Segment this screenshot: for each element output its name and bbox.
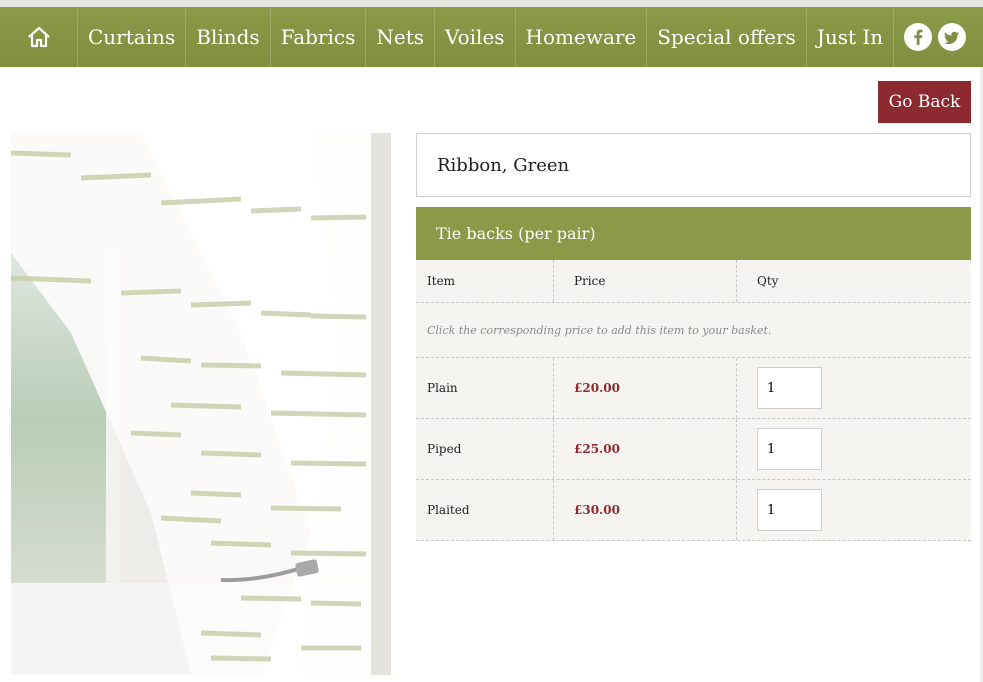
row-price-link[interactable]: £30.00: [574, 503, 620, 517]
column-header-qty: Qty: [757, 274, 779, 288]
nav-item-nets[interactable]: Nets: [366, 7, 435, 67]
product-title-box: Ribbon, Green: [416, 133, 971, 197]
home-icon: [27, 26, 50, 48]
row-price-link[interactable]: £25.00: [574, 442, 620, 456]
facebook-icon[interactable]: [904, 23, 932, 51]
table-header-row: Item Price Qty: [416, 260, 971, 303]
product-title: Ribbon, Green: [437, 154, 570, 176]
nav-item-blinds[interactable]: Blinds: [186, 7, 271, 67]
price-table: Item Price Qty Click the corresponding p…: [416, 260, 971, 541]
nav-item-just-in[interactable]: Just In: [807, 7, 895, 67]
row-item-name: Plaited: [416, 480, 554, 540]
quantity-input[interactable]: [757, 489, 822, 531]
product-image: [11, 133, 391, 675]
row-price-link[interactable]: £20.00: [574, 381, 620, 395]
table-row: Plain £20.00: [416, 358, 971, 419]
nav-item-homeware[interactable]: Homeware: [516, 7, 648, 67]
table-hint-row: Click the corresponding price to add thi…: [416, 303, 971, 358]
nav-item-special-offers[interactable]: Special offers: [647, 7, 807, 67]
row-item-name: Piped: [416, 419, 554, 479]
nav-item-voiles[interactable]: Voiles: [435, 7, 516, 67]
quantity-input[interactable]: [757, 367, 822, 409]
top-strip: [0, 0, 983, 7]
table-row: Plaited £30.00: [416, 480, 971, 541]
nav-item-curtains[interactable]: Curtains: [78, 7, 187, 67]
row-item-name: Plain: [416, 358, 554, 418]
table-hint: Click the corresponding price to add thi…: [427, 323, 772, 337]
column-header-price: Price: [554, 260, 737, 302]
nav-home-button[interactable]: [0, 7, 78, 67]
nav-item-fabrics[interactable]: Fabrics: [271, 7, 367, 67]
table-row: Piped £25.00: [416, 419, 971, 480]
social-links: [904, 23, 966, 51]
go-back-button[interactable]: Go Back: [878, 81, 971, 123]
main-navigation: Curtains Blinds Fabrics Nets Voiles Home…: [0, 7, 983, 67]
curtain-photo: [11, 133, 391, 675]
column-header-item: Item: [416, 260, 554, 302]
twitter-icon[interactable]: [938, 23, 966, 51]
quantity-input[interactable]: [757, 428, 822, 470]
section-header: Tie backs (per pair): [416, 207, 971, 260]
